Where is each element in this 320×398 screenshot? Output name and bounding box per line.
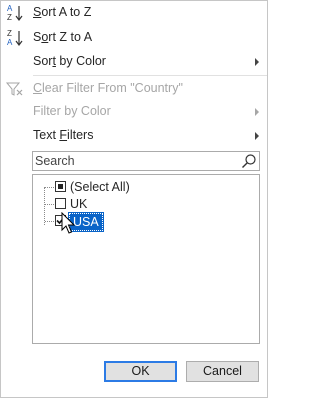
svg-text:Z: Z: [7, 13, 12, 22]
filter-by-color-label: Filter by Color: [33, 104, 111, 118]
search-box[interactable]: [32, 151, 260, 171]
uk-checkbox[interactable]: [55, 198, 66, 209]
ok-button[interactable]: OK: [104, 361, 177, 382]
menu-item-sort-a-to-z[interactable]: A Z Sort A to Z: [1, 1, 267, 25]
menu-item-filter-by-color: Filter by Color: [1, 100, 267, 124]
menu-item-clear-filter: Clear Filter From "Country": [1, 77, 267, 101]
svg-text:Z: Z: [7, 29, 12, 38]
sort-z-to-a-label: Sort Z to A: [33, 30, 93, 44]
list-item-label: (Select All): [70, 180, 130, 194]
tree-connector: [45, 204, 54, 205]
select-all-checkbox[interactable]: [55, 181, 66, 192]
menu-separator: [33, 75, 267, 76]
filter-values-list[interactable]: (Select All) UK USA: [32, 174, 260, 344]
sort-a-to-z-label: Sort A to Z: [33, 5, 92, 19]
clear-filter-label: Clear Filter From "Country": [33, 81, 183, 95]
list-item-label: UK: [70, 197, 88, 211]
clear-filter-icon: [4, 79, 26, 99]
submenu-arrow-icon: [255, 132, 259, 140]
submenu-arrow-icon: [255, 58, 259, 66]
svg-text:A: A: [7, 4, 13, 13]
search-input[interactable]: [35, 153, 235, 169]
list-item-uk[interactable]: UK: [33, 196, 233, 213]
sort-by-color-label: Sort by Color: [33, 54, 106, 68]
text-filters-label: Text Filters: [33, 128, 94, 142]
cancel-button[interactable]: Cancel: [186, 361, 259, 382]
submenu-arrow-icon: [255, 108, 259, 116]
menu-item-text-filters[interactable]: Text Filters: [1, 124, 267, 148]
search-icon[interactable]: [241, 153, 257, 169]
svg-text:A: A: [7, 38, 13, 47]
menu-item-sort-by-color[interactable]: Sort by Color: [1, 50, 267, 74]
menu-item-sort-z-to-a[interactable]: Z A Sort Z to A: [1, 26, 267, 50]
list-item-select-all[interactable]: (Select All): [33, 179, 233, 196]
tree-connector: [45, 187, 54, 188]
sort-az-icon: A Z: [4, 3, 26, 23]
mouse-cursor-icon: [61, 211, 77, 236]
tree-connector: [45, 221, 54, 222]
sort-za-icon: Z A: [4, 28, 26, 48]
autofilter-dropdown: A Z Sort A to Z Z A Sort Z to A Sort by …: [0, 0, 268, 398]
